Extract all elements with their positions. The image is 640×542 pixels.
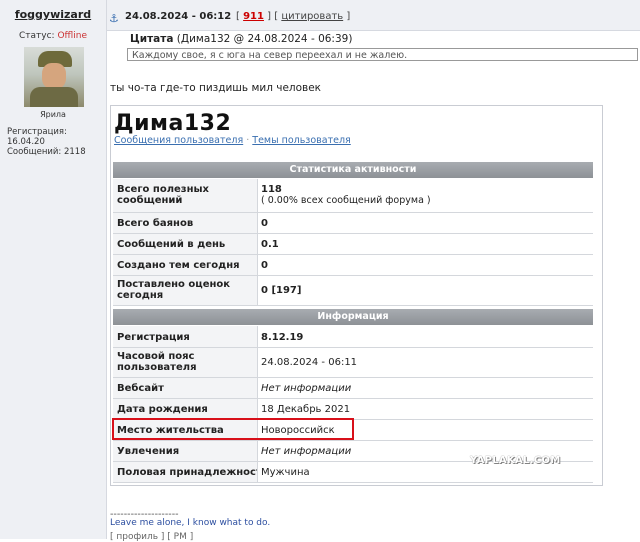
info-value: 24.08.2024 - 06:11 — [261, 357, 358, 368]
value-cell — [257, 276, 593, 305]
activity-key-line: Всего полезных — [117, 184, 210, 195]
activity-key: Всего полезных сообщений — [117, 184, 209, 206]
activity-row: Сообщений в день 0.1 — [113, 234, 593, 255]
info-key-line: пользователя — [117, 362, 197, 373]
info-row: Регистрация 8.12.19 — [113, 326, 593, 348]
quote-link[interactable]: цитировать — [281, 11, 343, 22]
avatar-face-shape — [42, 63, 66, 89]
info-key: Регистрация — [117, 332, 190, 343]
activity-row: Всего полезных сообщений 118 ( 0.00% все… — [113, 179, 593, 213]
status-value: Offline — [57, 31, 87, 41]
quote-box: Каждому свое, я с юга на север переехал … — [127, 48, 638, 61]
activity-key: Поставлено оценок сегодня — [117, 279, 230, 301]
profile-links: Сообщения пользователя · Темы пользовате… — [114, 135, 351, 146]
profile-links-separator: · — [246, 135, 250, 146]
activity-value: 0 — [261, 218, 268, 229]
site-watermark: YAPLAKAL.COM — [470, 455, 561, 466]
profile-posts-link[interactable]: Сообщения пользователя — [114, 135, 243, 146]
activity-key-line: сообщений — [117, 195, 183, 206]
activity-value: 0 — [261, 260, 268, 271]
activity-value-main: 118 — [261, 184, 282, 195]
avatar-caption: Ярила — [40, 110, 66, 119]
info-value: Нет информации — [261, 446, 352, 457]
activity-row: Создано тем сегодня 0 — [113, 255, 593, 276]
user-status: Статус: Offline — [0, 31, 106, 41]
info-value: Нет информации — [261, 383, 352, 394]
quote-title-label: Цитата — [130, 33, 174, 45]
activity-row: Всего баянов 0 — [113, 213, 593, 234]
profile-topics-link[interactable]: Темы пользователя — [252, 135, 350, 146]
activity-value-sub: ( 0.00% всех сообщений форума ) — [261, 195, 431, 206]
signature-text: Leave me alone, I know what to do. — [110, 518, 271, 528]
info-key: Часовой пояс пользователя — [117, 351, 197, 373]
activity-row: Поставлено оценок сегодня 0 [197] — [113, 276, 593, 306]
activity-value: 0.1 — [261, 239, 279, 250]
info-value: 8.12.19 — [261, 332, 304, 343]
quote-title: Цитата (Дима132 @ 24.08.2024 - 06:39) — [130, 33, 352, 45]
status-label: Статус: — [19, 31, 55, 41]
username-link[interactable]: foggywizard — [0, 8, 106, 21]
info-row: Дата рождения 18 Декабрь 2021 — [113, 399, 593, 420]
info-key-line: Часовой пояс — [117, 351, 195, 362]
info-row: Часовой пояс пользователя 24.08.2024 - 0… — [113, 348, 593, 378]
user-sidebar: foggywizard Статус: Offline Ярила Регист… — [0, 0, 107, 539]
activity-key: Сообщений в день — [117, 239, 226, 250]
info-row: Вебсайт Нет информации — [113, 378, 593, 399]
avatar-body-shape — [30, 87, 78, 107]
activity-key: Создано тем сегодня — [117, 260, 240, 271]
post-actions: [ 911 ] [ цитировать ] — [236, 11, 350, 22]
avatar[interactable] — [24, 47, 84, 107]
post-footer-links[interactable]: [ профиль ] [ PM ] — [110, 532, 193, 542]
info-key: Половая принадлежность — [117, 467, 269, 478]
value-cell — [257, 255, 593, 275]
post-number-link[interactable]: 911 — [243, 11, 264, 22]
anchor-icon[interactable]: ⚓ — [109, 12, 119, 25]
post-date: 24.08.2024 - 06:12 — [125, 11, 232, 22]
quote-title-source: (Дима132 @ 24.08.2024 - 06:39) — [176, 33, 353, 45]
activity-value: 118 ( 0.00% всех сообщений форума ) — [261, 184, 431, 206]
bracket-mid: ] [ — [267, 11, 279, 22]
profile-name: Дима132 — [114, 111, 232, 136]
activity-key-line: сегодня — [117, 290, 164, 301]
value-cell — [257, 326, 593, 347]
bracket-close: ] — [346, 11, 351, 22]
user-reg-info: Регистрация: 16.04.20 Сообщений: 2118 — [7, 127, 106, 157]
activity-value: 0 [197] — [261, 285, 302, 296]
value-cell — [257, 213, 593, 233]
user-reg-date: Регистрация: 16.04.20 — [7, 127, 67, 147]
info-value: 18 Декабрь 2021 — [261, 404, 351, 415]
user-post-count: Сообщений: 2118 — [7, 147, 86, 157]
activity-key: Всего баянов — [117, 218, 194, 229]
highlight-box — [112, 418, 354, 440]
info-key: Увлечения — [117, 446, 180, 457]
activity-key-line: Поставлено оценок — [117, 279, 231, 290]
post-message: ты чо-та где-то пиздишь мил человек — [110, 82, 322, 94]
info-header: Информация — [113, 309, 593, 325]
info-value: Мужчина — [261, 467, 310, 478]
bracket-open: [ — [236, 11, 240, 22]
info-key: Дата рождения — [117, 404, 208, 415]
activity-header: Статистика активности — [113, 162, 593, 178]
value-cell — [257, 234, 593, 254]
info-key: Вебсайт — [117, 383, 164, 394]
